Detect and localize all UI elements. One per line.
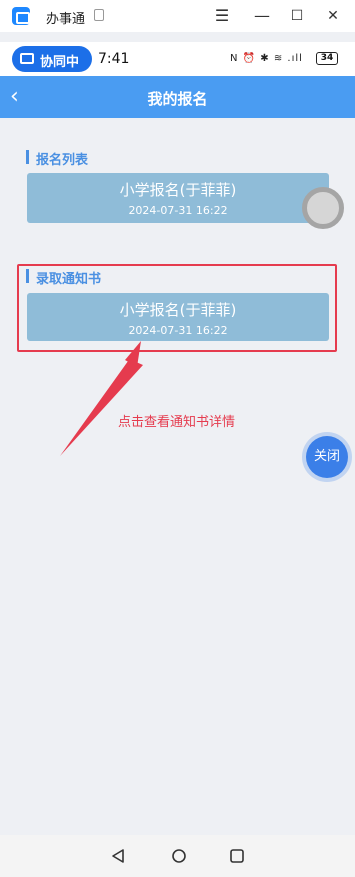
close-window-button[interactable]: ✕ (321, 4, 345, 28)
registration-card[interactable]: 小学报名(于菲菲) 2024-07-31 16:22 (27, 173, 329, 223)
floating-assistive-button[interactable] (302, 187, 344, 229)
nav-home-icon[interactable] (170, 847, 188, 865)
app-title: 办事通 (46, 12, 86, 27)
battery-icon: 34 (316, 52, 338, 65)
card-name: 小学报名(于菲菲) (119, 301, 237, 319)
collab-label: 协同中 (40, 55, 80, 70)
card-date: 2024-07-31 16:22 (128, 204, 228, 217)
window-titlebar: 办事通 ☰ — ☐ ✕ (0, 0, 355, 32)
system-nav-bar (0, 835, 355, 877)
nav-back-icon[interactable] (109, 847, 127, 865)
close-button[interactable]: 关闭 (306, 436, 348, 478)
section-title-list: 报名列表 (26, 149, 88, 168)
app-icon (12, 7, 30, 25)
section-title-admission: 录取通知书 (26, 268, 101, 287)
menu-icon[interactable]: ☰ (210, 4, 234, 28)
external-window-icon[interactable] (94, 9, 104, 21)
nav-recent-icon[interactable] (228, 847, 246, 865)
minimize-button[interactable]: — (250, 4, 274, 28)
admission-card[interactable]: 小学报名(于菲菲) 2024-07-31 16:22 (27, 293, 329, 341)
page-title: 我的报名 (147, 90, 208, 108)
app-navbar: ‹ 我的报名 (0, 76, 355, 118)
card-name: 小学报名(于菲菲) (119, 181, 237, 199)
arrow-shape (60, 343, 143, 456)
status-icons: N ⏰ ✱ ≋ .ıll (230, 53, 303, 64)
card-date: 2024-07-31 16:22 (128, 324, 228, 337)
annotation-arrow (60, 341, 143, 456)
annotation-text: 点击查看通知书详情 (118, 415, 236, 430)
status-bar: 协同中 7:41 N ⏰ ✱ ≋ .ıll 34 (0, 42, 355, 76)
maximize-button[interactable]: ☐ (285, 4, 309, 28)
collab-icon (20, 53, 34, 64)
collab-badge[interactable]: 协同中 (12, 46, 92, 72)
status-time: 7:41 (98, 51, 130, 67)
